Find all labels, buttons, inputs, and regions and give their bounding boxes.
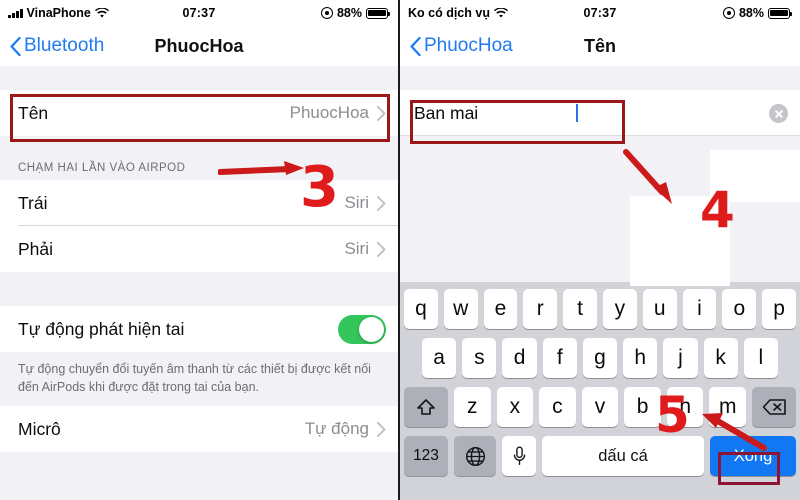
key-r[interactable]: r	[523, 289, 558, 329]
key-w[interactable]: w	[443, 289, 478, 329]
right-spacer-1	[400, 66, 800, 90]
key-m[interactable]: m	[709, 387, 747, 427]
back-button-bluetooth[interactable]: Bluetooth	[10, 35, 104, 57]
key-t[interactable]: t	[563, 289, 597, 329]
key-a[interactable]: a	[422, 338, 457, 378]
numbers-key[interactable]: 123	[404, 436, 448, 476]
shift-key[interactable]	[403, 387, 448, 427]
row-phai-label: Phải	[18, 238, 54, 259]
right-status-right: 88%	[722, 6, 793, 20]
left-spacer-3	[0, 272, 398, 306]
rotation-lock-icon	[722, 7, 735, 19]
key-y[interactable]: y	[603, 289, 637, 329]
battery-percent-label: 88%	[738, 6, 764, 20]
row-micro-label: Micrô	[18, 418, 61, 439]
left-status-bar: VinaPhone 07:37 88%	[0, 0, 398, 26]
key-j[interactable]: j	[663, 338, 698, 378]
chevron-left-icon	[410, 36, 421, 56]
row-trai[interactable]: Trái Siri	[0, 180, 398, 226]
keyboard-row-2: a s d f g h j k l	[400, 338, 800, 378]
row-auto-ear-detection-label: Tự động phát hiện tai	[18, 318, 185, 339]
battery-percent-label: 88%	[336, 6, 362, 20]
microphone-icon	[513, 446, 525, 466]
key-k[interactable]: k	[703, 338, 738, 378]
key-s[interactable]: s	[462, 338, 497, 378]
text-caret	[576, 104, 579, 122]
key-f[interactable]: f	[542, 338, 577, 378]
chevron-right-icon	[377, 421, 386, 437]
keyboard-row-3: z x c v b n m	[400, 387, 800, 427]
back-button-phuochoa[interactable]: PhuocHoa	[410, 35, 513, 57]
key-p[interactable]: p	[762, 289, 796, 329]
row-trai-label: Trái	[18, 192, 48, 213]
row-ten-name[interactable]: Tên PhuocHoa	[0, 90, 398, 136]
key-q[interactable]: q	[404, 289, 438, 329]
globe-key[interactable]	[454, 436, 496, 476]
shift-arrow-icon	[417, 399, 435, 415]
battery-icon	[366, 7, 391, 19]
battery-icon	[768, 7, 793, 19]
done-key[interactable]: Xong	[710, 436, 796, 476]
row-trai-value: Siri	[344, 193, 369, 212]
left-spacer-2	[0, 136, 398, 156]
key-e[interactable]: e	[483, 289, 518, 329]
chevron-right-icon	[377, 195, 386, 211]
name-text-field-row[interactable]: Ban mai	[400, 90, 800, 136]
globe-icon	[465, 446, 485, 466]
dictation-key[interactable]	[502, 436, 536, 476]
row-micro[interactable]: Micrô Tự động	[0, 406, 398, 453]
left-status-right: 88%	[320, 6, 391, 20]
tutorial-screenshot: VinaPhone 07:37 88% Bluetooth PhuocHoa T…	[0, 0, 800, 500]
key-h[interactable]: h	[623, 338, 658, 378]
key-z[interactable]: z	[453, 387, 491, 427]
key-g[interactable]: g	[582, 338, 618, 378]
auto-ear-detection-toggle[interactable]	[338, 314, 386, 344]
name-text-field-value: Ban mai	[414, 102, 479, 123]
left-spacer-1	[0, 66, 398, 90]
back-button-label: PhuocHoa	[424, 35, 513, 56]
onscreen-keyboard: q w e r t y u i o p a s d f g h j k l z …	[400, 282, 800, 500]
key-d[interactable]: d	[502, 338, 537, 378]
key-u[interactable]: u	[642, 289, 677, 329]
auto-ear-detection-footer: Tự động chuyển đổi tuyến âm thanh từ các…	[0, 352, 398, 407]
key-n[interactable]: n	[666, 387, 704, 427]
backspace-key[interactable]	[752, 387, 797, 427]
chevron-left-icon	[10, 36, 21, 56]
clear-circle-icon[interactable]	[769, 103, 788, 123]
overlay-mask-upper	[710, 150, 800, 202]
row-phai[interactable]: Phải Siri	[0, 226, 398, 272]
left-spacer-4	[0, 452, 398, 500]
row-ten-label: Tên	[18, 102, 49, 123]
right-phone-screen: Ko có dịch vụ 07:37 88% PhuocHoa Tên Ban…	[400, 0, 800, 500]
chevron-right-icon	[377, 241, 386, 257]
backspace-icon	[762, 399, 786, 415]
row-ten-value: PhuocHoa	[289, 103, 369, 122]
left-nav-bar: Bluetooth PhuocHoa	[0, 26, 398, 66]
key-b[interactable]: b	[624, 387, 661, 427]
row-auto-ear-detection[interactable]: Tự động phát hiện tai	[0, 306, 398, 352]
keyboard-row-4: 123 dấu cá Xong	[400, 436, 800, 476]
row-micro-value: Tự động	[304, 419, 369, 439]
key-c[interactable]: c	[539, 387, 576, 427]
space-key[interactable]: dấu cá	[542, 436, 704, 476]
key-l[interactable]: l	[743, 338, 778, 378]
left-phone-screen: VinaPhone 07:37 88% Bluetooth PhuocHoa T…	[0, 0, 400, 500]
overlay-mask-step5	[630, 196, 730, 286]
key-o[interactable]: o	[722, 289, 757, 329]
key-v[interactable]: v	[581, 387, 619, 427]
right-nav-bar: PhuocHoa Tên	[400, 26, 800, 66]
key-x[interactable]: x	[496, 387, 534, 427]
row-phai-value: Siri	[344, 239, 369, 258]
back-button-label: Bluetooth	[24, 35, 105, 56]
rotation-lock-icon	[320, 7, 333, 19]
key-i[interactable]: i	[682, 289, 717, 329]
keyboard-row-1: q w e r t y u i o p	[400, 289, 800, 329]
right-status-bar: Ko có dịch vụ 07:37 88%	[400, 0, 800, 26]
section-header-double-tap: CHẠM HAI LẦN VÀO AIRPOD	[0, 156, 398, 180]
chevron-right-icon	[377, 105, 386, 121]
